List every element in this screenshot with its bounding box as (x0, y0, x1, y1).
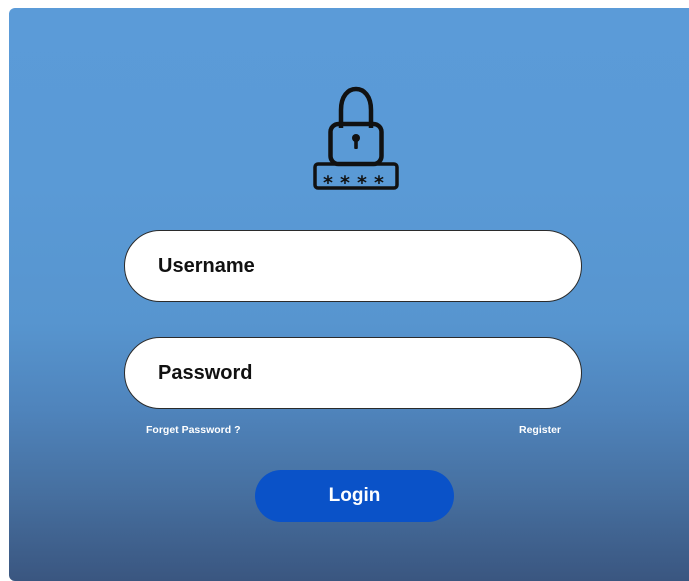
forgot-password-link[interactable]: Forget Password ? (146, 424, 241, 436)
login-button[interactable]: Login (255, 470, 454, 522)
lock-with-password-icon: * * * * (313, 86, 399, 190)
username-field[interactable] (124, 230, 582, 302)
svg-text:*: * (323, 172, 333, 190)
login-panel: * * * * Forget Password ? Register Login (9, 8, 689, 581)
svg-text:*: * (374, 172, 384, 190)
register-link[interactable]: Register (519, 424, 561, 436)
password-field[interactable] (124, 337, 582, 409)
password-input[interactable] (158, 361, 538, 385)
username-input[interactable] (158, 254, 538, 278)
svg-text:*: * (357, 172, 367, 190)
svg-text:*: * (340, 172, 350, 190)
